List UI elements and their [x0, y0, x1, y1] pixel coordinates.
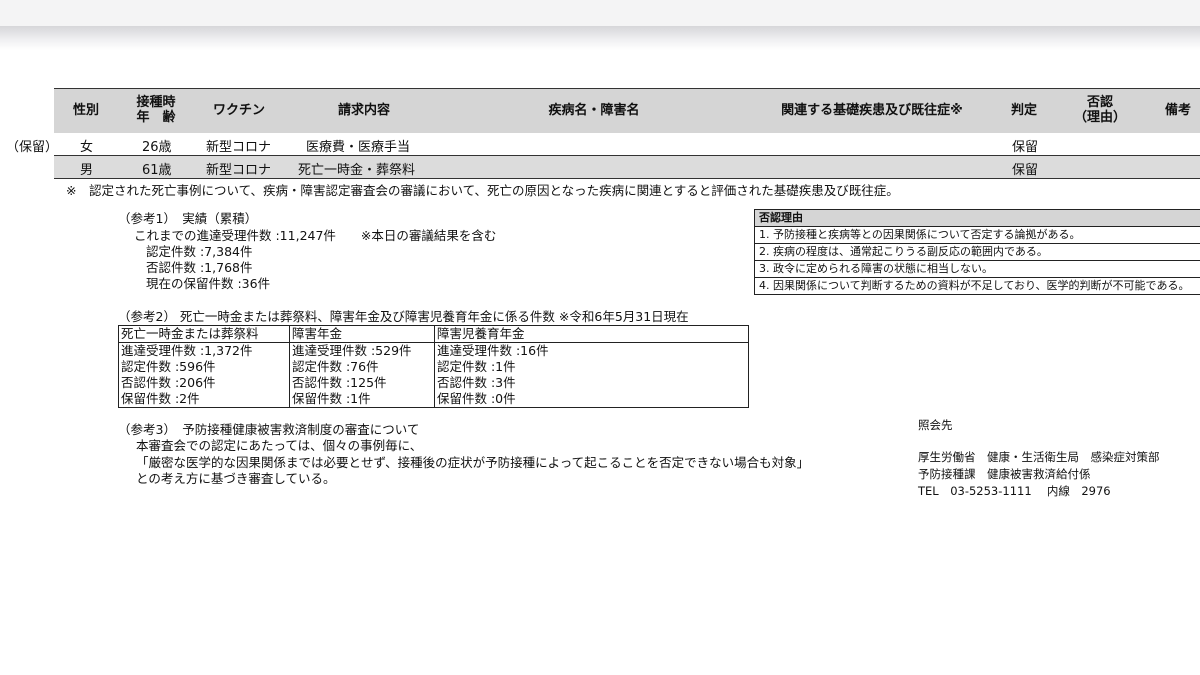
cell-judgement: 保留: [1012, 140, 1039, 155]
ref2-line: 否認件数 :125件: [292, 375, 387, 390]
ref2-header-child: 障害児養育年金: [434, 325, 749, 343]
ref1-total-received: これまでの進達受理件数 :11,247件 ※本日の審議結果を含む: [134, 228, 497, 243]
header-remarks: 備考: [1164, 103, 1191, 118]
ref2-cell-death: 進達受理件数 :1,372件 認定件数 :596件 否認件数 :206件 保留件…: [118, 342, 290, 408]
ref2-cell-child: 進達受理件数 :16件 認定件数 :1件 否認件数 :3件 保留件数 :0件: [434, 342, 749, 408]
ref3-line1: 本審査会での認定にあたっては、個々の事例毎に、: [136, 438, 423, 453]
denial-reasons-box: 否認理由 1. 予防接種と疾病等との因果関係について否定する論拠がある。 2. …: [754, 209, 1200, 295]
ref2-line: 進達受理件数 :529件: [292, 343, 412, 358]
header-age-line1: 接種時: [136, 95, 176, 110]
contact-line2: 予防接種課 健康被害救済給付係: [918, 467, 1091, 481]
denial-reason-item: 4. 因果関係について判断するための資料が不足しており、医学的判断が不可能である…: [759, 279, 1190, 292]
footnote: ※ 認定された死亡事例について、疾病・障害認定審査会の審議において、死亡の原因と…: [66, 183, 899, 198]
header-denial-line1: 否認: [1086, 95, 1113, 110]
denial-reason-item: 1. 予防接種と疾病等との因果関係について否定する論拠がある。: [755, 227, 1200, 244]
denial-reason-item: 2. 疾病の程度は、通常起こりうる副反応の範囲内である。: [755, 244, 1200, 261]
cell-claim: 医療費・医療手当: [306, 140, 411, 155]
header-disease: 疾病名・障害名: [548, 103, 640, 118]
header-denial: 否認 （理由）: [1070, 95, 1130, 125]
document-page: （保留） 性別 接種時 年 齢 ワクチン 請求内容 疾病名・障害名 関連する基礎…: [0, 0, 1200, 675]
cell-vaccine: 新型コロナ: [206, 163, 272, 178]
cell-age: 61歳: [142, 163, 172, 178]
contact-phone: TEL 03-5253-1111 内線 2976: [918, 484, 1111, 498]
cell-claim: 死亡一時金・葬祭料: [298, 163, 416, 178]
ref2-header-disability: 障害年金: [289, 325, 435, 343]
ref2-line: 保留件数 :0件: [437, 391, 516, 406]
ref1-approved: 認定件数 :7,384件: [146, 244, 253, 259]
cell-age: 26歳: [142, 140, 172, 155]
cell-vaccine: 新型コロナ: [206, 140, 272, 155]
denial-reasons-title: 否認理由: [755, 210, 1200, 227]
contact-title: 照会先: [918, 418, 953, 432]
table-header: 性別 接種時 年 齢 ワクチン 請求内容 疾病名・障害名 関連する基礎疾患及び既…: [54, 88, 1200, 134]
ref2-line: 認定件数 :1件: [437, 359, 516, 374]
header-claim: 請求内容: [337, 103, 390, 118]
ref2-line: 保留件数 :1件: [292, 391, 371, 406]
contact-line1: 厚生労働省 健康・生活衛生局 感染症対策部: [918, 450, 1160, 464]
header-age: 接種時 年 齢: [126, 95, 186, 125]
table-row: 女 26歳 新型コロナ 医療費・医療手当 保留: [54, 133, 1200, 156]
ref2-line: 保留件数 :2件: [121, 391, 200, 406]
header-denial-line2: （理由）: [1073, 110, 1126, 125]
ref2-table: 死亡一時金または葬祭料 障害年金 障害児養育年金 進達受理件数 :1,372件 …: [118, 325, 749, 408]
cell-judgement: 保留: [1012, 163, 1039, 178]
ref2-line: 進達受理件数 :1,372件: [121, 343, 253, 358]
denial-reason-item: 3. 政令に定められる障害の状態に相当しない。: [755, 261, 1200, 278]
table-row: 男 61歳 新型コロナ 死亡一時金・葬祭料 保留: [54, 156, 1200, 179]
header-age-line2: 年 齢: [136, 110, 176, 125]
cell-sex: 女: [80, 140, 94, 155]
ref3-line2: 「厳密な医学的な因果関係までは必要とせず、接種後の症状が予防接種によって起こるこ…: [136, 455, 810, 470]
ref2-line: 否認件数 :206件: [121, 375, 216, 390]
ref3-line3: との考え方に基づき審査している。: [136, 471, 336, 486]
header-vaccine: ワクチン: [212, 103, 265, 118]
ref3-title: （参考3） 予防接種健康被害救済制度の審査について: [118, 422, 420, 437]
ref2-header-death: 死亡一時金または葬祭料: [118, 325, 290, 343]
header-judgement: 判定: [1010, 103, 1037, 118]
ref2-line: 進達受理件数 :16件: [437, 343, 549, 358]
ref1-title: （参考1） 実績（累積）: [118, 211, 258, 226]
ref2-cell-disability: 進達受理件数 :529件 認定件数 :76件 否認件数 :125件 保留件数 :…: [289, 342, 435, 408]
ref2-title: （参考2） 死亡一時金または葬祭料、障害年金及び障害児養育年金に係る件数 ※令和…: [118, 309, 689, 324]
cell-sex: 男: [80, 163, 94, 178]
header-sex: 性別: [72, 103, 99, 118]
header-related-conditions: 関連する基礎疾患及び既往症※: [781, 103, 963, 118]
ref2-line: 否認件数 :3件: [437, 375, 516, 390]
ref2-line: 認定件数 :596件: [121, 359, 216, 374]
ref2-line: 認定件数 :76件: [292, 359, 379, 374]
ref1-denied: 否認件数 :1,768件: [146, 260, 253, 275]
side-label-pending: （保留）: [6, 140, 59, 155]
ref1-pending: 現在の保留件数 :36件: [146, 276, 271, 291]
